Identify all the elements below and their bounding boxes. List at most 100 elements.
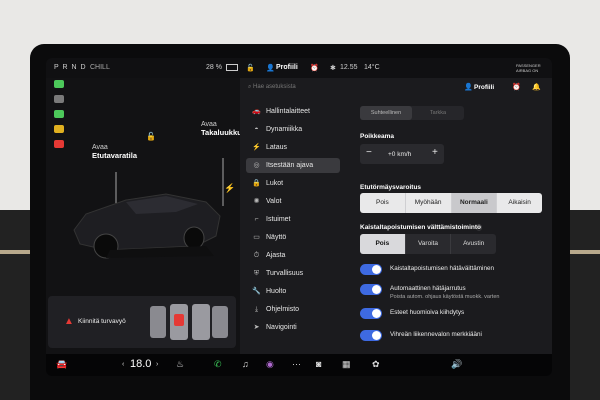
toggle-sublabel: Poista autom. ohjaus käytöstä muokk. var… [390, 294, 500, 300]
alarm-icon[interactable]: ⏰ [512, 83, 521, 91]
menu-item-lataus[interactable]: ⚡ Lataus [246, 140, 340, 155]
speed-offset-mode-tabs: Suhteellinen Tarkka [360, 106, 464, 120]
dashboard-right [570, 210, 600, 400]
toggle-switch[interactable] [360, 308, 382, 319]
toggle-label-text: Kaistaltapoistumisen hätäväittäminen [390, 265, 494, 272]
toggle-label: Kaistaltapoistumisen hätäväittäminen [390, 265, 494, 273]
lane-departure-title: Kaistaltapoistumisen välttämistoiminto [360, 224, 481, 231]
tab-relative[interactable]: Suhteellinen [360, 106, 412, 120]
menu-item-label: Huolto [266, 288, 287, 295]
notification-icon[interactable]: 🔔 [532, 83, 541, 91]
car-3d-model [73, 158, 224, 259]
cabin-temperature[interactable]: 18.0 [130, 358, 151, 370]
menu-item-istuimet[interactable]: ⌐ Istuimet [246, 212, 340, 227]
media-app-icon[interactable]: ◉ [266, 359, 274, 370]
dashboard-trim-right [570, 250, 600, 254]
autopilot-settings-panel: 👤 Profiili ⏰ 🔔 Suhteellinen Tarkka Poikk… [346, 78, 552, 354]
download-icon: ⤓ [254, 306, 259, 313]
search-input[interactable]: Hae asetuksista [253, 84, 296, 90]
bluetooth-icon[interactable]: ✱ [330, 64, 336, 72]
charge-port-lock-icon[interactable]: 🔓 [146, 132, 156, 141]
profile-icon[interactable]: 👤 [464, 83, 473, 91]
volume-icon[interactable]: 🔊 [451, 359, 462, 370]
menu-item-ajasta[interactable]: ⏱ Ajasta [246, 248, 340, 263]
passenger-airbag-indicator: PASSENGER AIRBAG ON [516, 63, 541, 73]
tab-absolute[interactable]: Tarkka [412, 106, 464, 120]
seat-icon: ⌐ [254, 216, 259, 223]
menu-item-hallintalaitteet[interactable]: 🚗 Hallintalaitteet [246, 104, 340, 119]
car-icon[interactable]: 🚘 [56, 359, 67, 370]
toggle-label-text: Vihreän liikennevalon merkkiääni [390, 331, 482, 338]
lane-departure-option-avustin[interactable]: Avustin [451, 234, 496, 254]
menu-item-label: Turvallisuus [266, 270, 304, 277]
car-view-pane: Avaa Etutavaratila Avaa Takaluukku 🔓 ⚡ ▲… [46, 78, 242, 354]
alarm-icon[interactable]: ⏰ [310, 64, 319, 72]
profile-label[interactable]: Profiili [276, 64, 298, 71]
outside-temperature: 14°C [364, 64, 380, 71]
menu-item-dynamiikka[interactable]: ◓ Dynamiikka [246, 122, 340, 137]
trunk-open-control[interactable]: Avaa Takaluukku [201, 121, 242, 137]
more-apps-icon[interactable]: ··· [292, 359, 301, 369]
menu-item-label: Lukot [266, 180, 284, 187]
car-icon: 🚗 [252, 108, 261, 115]
gear-selector[interactable]: P R N D [54, 64, 87, 71]
calendar-icon[interactable]: ▦ [342, 359, 351, 370]
menu-item-huolto[interactable]: 🔧 Huolto [246, 284, 340, 299]
seatbelt-alert-card[interactable]: ▲ Kiinnitä turvavyö [48, 296, 236, 348]
music-icon[interactable]: ♫ [242, 359, 249, 369]
increase-button[interactable]: + [432, 147, 438, 158]
decrease-button[interactable]: − [366, 147, 372, 158]
frunk-open-label: Avaa [92, 144, 108, 151]
toggle-switch[interactable] [360, 330, 382, 341]
wrench-icon: 🔧 [252, 288, 261, 295]
info-icon[interactable]: ⓘ [476, 223, 482, 232]
menu-item-turvallisuus[interactable]: ⛨ Turvallisuus [246, 266, 340, 281]
drive-icon: ⏱ [253, 252, 260, 259]
car-dynamics-icon: ◓ [254, 126, 259, 133]
menu-item-label: Ohjelmisto [266, 306, 300, 313]
clock: 12.55 [340, 64, 358, 71]
toggle-switch[interactable] [360, 284, 382, 295]
menu-item-ohjelmisto[interactable]: ⤓ Ohjelmisto [246, 302, 340, 317]
fcw-title: Etutörmäysvaroitus [360, 184, 422, 191]
battery-level: 28 % [206, 64, 222, 71]
menu-item-itsestään-ajava[interactable]: ◎ Itsestään ajava [246, 158, 340, 173]
lane-departure-option-pois[interactable]: Pois [360, 234, 406, 254]
menu-item-label: Istuimet [266, 216, 291, 223]
profile-icon[interactable]: 👤 [266, 64, 275, 72]
menu-item-valot[interactable]: ✺ Valot [246, 194, 340, 209]
menu-item-label: Hallintalaitteet [266, 108, 310, 115]
seat-map-diagram [150, 304, 228, 340]
lightning-icon: ⚡ [252, 144, 261, 151]
toggle-label: Automaattinen hätäjarrutus Poista autom. … [390, 285, 499, 301]
fcw-option-normaali[interactable]: Normaali [451, 193, 498, 213]
menu-item-lukot[interactable]: 🔒 Lukot [246, 176, 340, 191]
fcw-option-myöhään[interactable]: Myöhään [406, 193, 452, 213]
seat-heater-icon[interactable]: ♨ [176, 359, 184, 370]
settings-profile-label[interactable]: Profiili [474, 84, 494, 91]
toggle-switch[interactable] [360, 264, 382, 275]
menu-item-näyttö[interactable]: ▭ Näyttö [246, 230, 340, 245]
seatbelt-telltale-icon [54, 140, 64, 148]
tire-pressure-telltale-icon [54, 125, 64, 133]
dashboard-left [0, 210, 30, 400]
camera-icon[interactable]: ◙ [316, 359, 321, 369]
menu-item-navigointi[interactable]: ➤ Navigointi [246, 320, 340, 335]
menu-item-label: Valot [266, 198, 282, 205]
lights-on-telltale-icon [54, 110, 64, 118]
search-icon: ⌕ [248, 84, 252, 90]
drive-mode: CHILL [90, 64, 110, 71]
fcw-option-pois[interactable]: Pois [360, 193, 406, 213]
toggle-label-text: Automaattinen hätäjarrutus [390, 285, 466, 292]
settings-search[interactable]: ⌕ Hae asetuksista [248, 84, 338, 96]
toybox-icon[interactable]: ✿ [372, 359, 380, 370]
lane-departure-option-varoita[interactable]: Varoita [406, 234, 452, 254]
fcw-option-aikaisin[interactable]: Aikaisin [497, 193, 542, 213]
lock-icon[interactable]: 🔓 [246, 64, 255, 72]
temp-down-icon[interactable]: ‹ [122, 361, 124, 368]
menu-item-label: Näyttö [266, 234, 287, 241]
toggle-label: Vihreän liikennevalon merkkiääni [390, 331, 482, 339]
temp-up-icon[interactable]: › [156, 361, 158, 368]
steering-wheel-icon: ◎ [253, 162, 260, 169]
phone-icon[interactable]: ✆ [214, 359, 222, 370]
